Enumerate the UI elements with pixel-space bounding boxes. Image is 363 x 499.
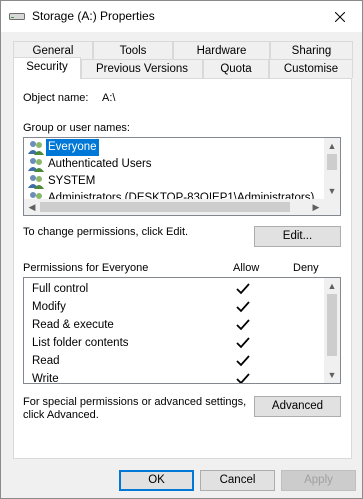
scroll-up-icon[interactable]: ▲ xyxy=(324,138,340,154)
allow-check-icon xyxy=(236,355,250,367)
group-vertical-scrollbar[interactable]: ▲ ▼ xyxy=(324,138,340,199)
permissions-listbox[interactable]: Full control Modify Read & execute List … xyxy=(23,277,341,384)
drive-icon xyxy=(9,13,25,20)
scroll-down-icon[interactable]: ▼ xyxy=(324,183,340,199)
object-name-label: Object name: xyxy=(23,92,89,104)
deny-header: Deny xyxy=(293,262,319,274)
scroll-right-icon[interactable]: ▶ xyxy=(308,199,324,215)
permission-read: Read xyxy=(32,355,60,367)
scroll-thumb[interactable] xyxy=(40,202,290,212)
group-item-label: Authenticated Users xyxy=(48,158,152,170)
scroll-down-icon[interactable]: ▼ xyxy=(324,367,340,383)
tab-previous-versions[interactable]: Previous Versions xyxy=(81,59,203,78)
object-name-value: A:\ xyxy=(102,92,116,104)
allow-check-icon xyxy=(236,301,250,313)
permission-modify: Modify xyxy=(32,301,66,313)
scroll-up-icon[interactable]: ▲ xyxy=(324,278,340,294)
tab-customise[interactable]: Customise xyxy=(269,59,353,78)
permission-list-folder-contents: List folder contents xyxy=(32,337,129,349)
advanced-button[interactable]: Advanced xyxy=(254,396,341,417)
change-permissions-text: To change permissions, click Edit. xyxy=(23,226,189,238)
title-bar[interactable]: Storage (A:) Properties xyxy=(1,1,362,32)
tab-hardware[interactable]: Hardware xyxy=(173,41,270,60)
close-icon xyxy=(334,11,345,22)
users-icon xyxy=(28,141,44,155)
scroll-left-icon[interactable]: ◀ xyxy=(24,199,40,215)
permission-read-execute: Read & execute xyxy=(32,319,114,331)
tab-sharing[interactable]: Sharing xyxy=(270,41,353,60)
close-button[interactable] xyxy=(317,1,362,32)
group-item-label: SYSTEM xyxy=(48,175,96,187)
allow-check-icon xyxy=(236,283,250,295)
users-icon xyxy=(28,175,44,189)
security-panel: Object name: A:\ Group or user names: Ev… xyxy=(13,78,352,459)
allow-check-icon xyxy=(236,319,250,331)
allow-header: Allow xyxy=(233,262,260,274)
permission-full-control: Full control xyxy=(32,283,89,295)
ok-button[interactable]: OK xyxy=(119,470,194,491)
scroll-thumb[interactable] xyxy=(327,154,337,170)
permission-write: Write xyxy=(32,373,59,384)
tab-security[interactable]: Security xyxy=(13,57,81,79)
allow-check-icon xyxy=(236,337,250,349)
apply-button[interactable]: Apply xyxy=(281,470,356,491)
group-horizontal-scrollbar[interactable]: ◀ ▶ xyxy=(24,199,340,215)
window-title: Storage (A:) Properties xyxy=(32,9,155,23)
allow-check-icon xyxy=(236,373,250,383)
tab-tools[interactable]: Tools xyxy=(93,41,173,60)
permissions-label: Permissions for Everyone xyxy=(23,262,149,274)
group-label: Group or user names: xyxy=(23,122,130,134)
cancel-button[interactable]: Cancel xyxy=(200,470,275,491)
users-icon xyxy=(28,158,44,172)
tab-quota[interactable]: Quota xyxy=(203,59,269,78)
group-item-everyone[interactable]: Everyone xyxy=(26,138,324,157)
edit-button[interactable]: Edit... xyxy=(254,226,341,247)
properties-dialog: Storage (A:) Properties General Tools Ha… xyxy=(0,0,363,499)
advanced-text-line1: For special permissions or advanced sett… xyxy=(23,396,247,408)
advanced-text-line2: click Advanced. xyxy=(23,409,99,421)
group-listbox[interactable]: Everyone Authenticated Users SYSTEM Admi… xyxy=(23,137,341,216)
group-item-label: Everyone xyxy=(45,138,100,157)
permissions-vertical-scrollbar[interactable]: ▲ ▼ xyxy=(324,278,340,383)
scroll-thumb[interactable] xyxy=(327,294,337,356)
